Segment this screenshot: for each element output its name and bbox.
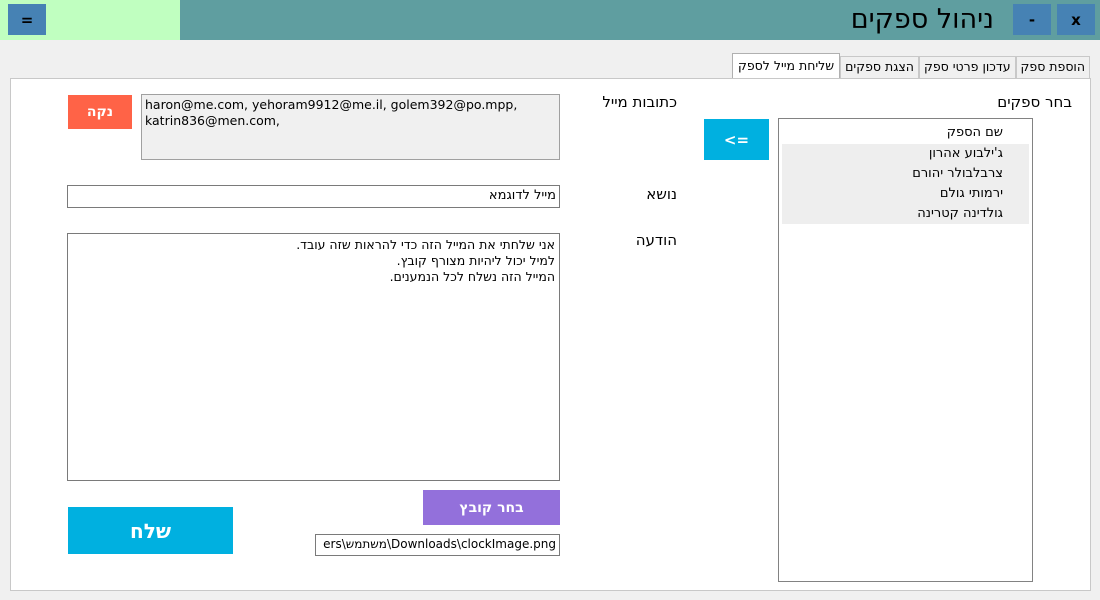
list-item[interactable]: ירמותי גולם: [782, 184, 1029, 204]
add-recipients-button[interactable]: <=: [704, 119, 769, 160]
title-bar: = ניהול ספקים - x: [0, 0, 1100, 40]
emails-field[interactable]: haron@me.com, yehoram9912@me.il, golem39…: [141, 94, 560, 160]
subject-label: נושא: [646, 185, 677, 203]
close-button[interactable]: x: [1057, 4, 1095, 35]
list-item[interactable]: גולדינה קטרינה: [782, 204, 1029, 224]
emails-line: haron@me.com, yehoram9912@me.il, golem39…: [145, 97, 518, 112]
menu-button[interactable]: =: [8, 4, 46, 35]
choose-file-button[interactable]: בחר קובץ: [423, 490, 560, 525]
suppliers-label: בחר ספקים: [997, 93, 1072, 111]
app-window: = ניהול ספקים - x הוספת ספק עדכון פרטי ס…: [0, 0, 1100, 600]
emails-line: katrin836@men.com,: [145, 113, 280, 128]
message-line: למיל יכול ליהיות מצורף קובץ.: [396, 253, 555, 268]
message-label: הודעה: [635, 231, 677, 249]
list-item[interactable]: ג'ילבוע אהרון: [782, 144, 1029, 164]
file-path-field[interactable]: ers\משתמש\Downloads\clockImage.png: [315, 534, 560, 556]
tab-send-mail[interactable]: שליחת מייל לספק: [731, 53, 841, 78]
app-title: ניהול ספקים: [850, 4, 994, 35]
emails-label: כתובות מייל: [602, 93, 677, 111]
message-line: אני שלחתי את המייל הזה כדי להראות שזה עו…: [296, 237, 555, 252]
tab-add-supplier[interactable]: הוספת ספק: [1015, 56, 1090, 78]
tab-strip: הוספת ספק עדכון פרטי ספק הצגת ספקים שליח…: [731, 53, 1090, 78]
message-textarea[interactable]: אני שלחתי את המייל הזה כדי להראות שזה עו…: [67, 233, 560, 481]
send-button[interactable]: שלח: [68, 507, 233, 554]
tab-show-suppliers[interactable]: הצגת ספקים: [840, 56, 919, 78]
tab-update-supplier[interactable]: עדכון פרטי ספק: [918, 56, 1016, 78]
suppliers-list[interactable]: שם הספק ג'ילבוע אהרון צרבלבולר יהורם ירמ…: [778, 118, 1033, 582]
list-header: שם הספק: [946, 125, 1003, 140]
subject-input[interactable]: מייל לדוגמא: [67, 185, 560, 208]
list-item[interactable]: צרבלבולר יהורם: [782, 164, 1029, 184]
clear-button[interactable]: נקה: [68, 95, 132, 129]
minimize-button[interactable]: -: [1013, 4, 1051, 35]
message-line: המייל הזה נשלח לכל הנמענים.: [389, 269, 555, 284]
